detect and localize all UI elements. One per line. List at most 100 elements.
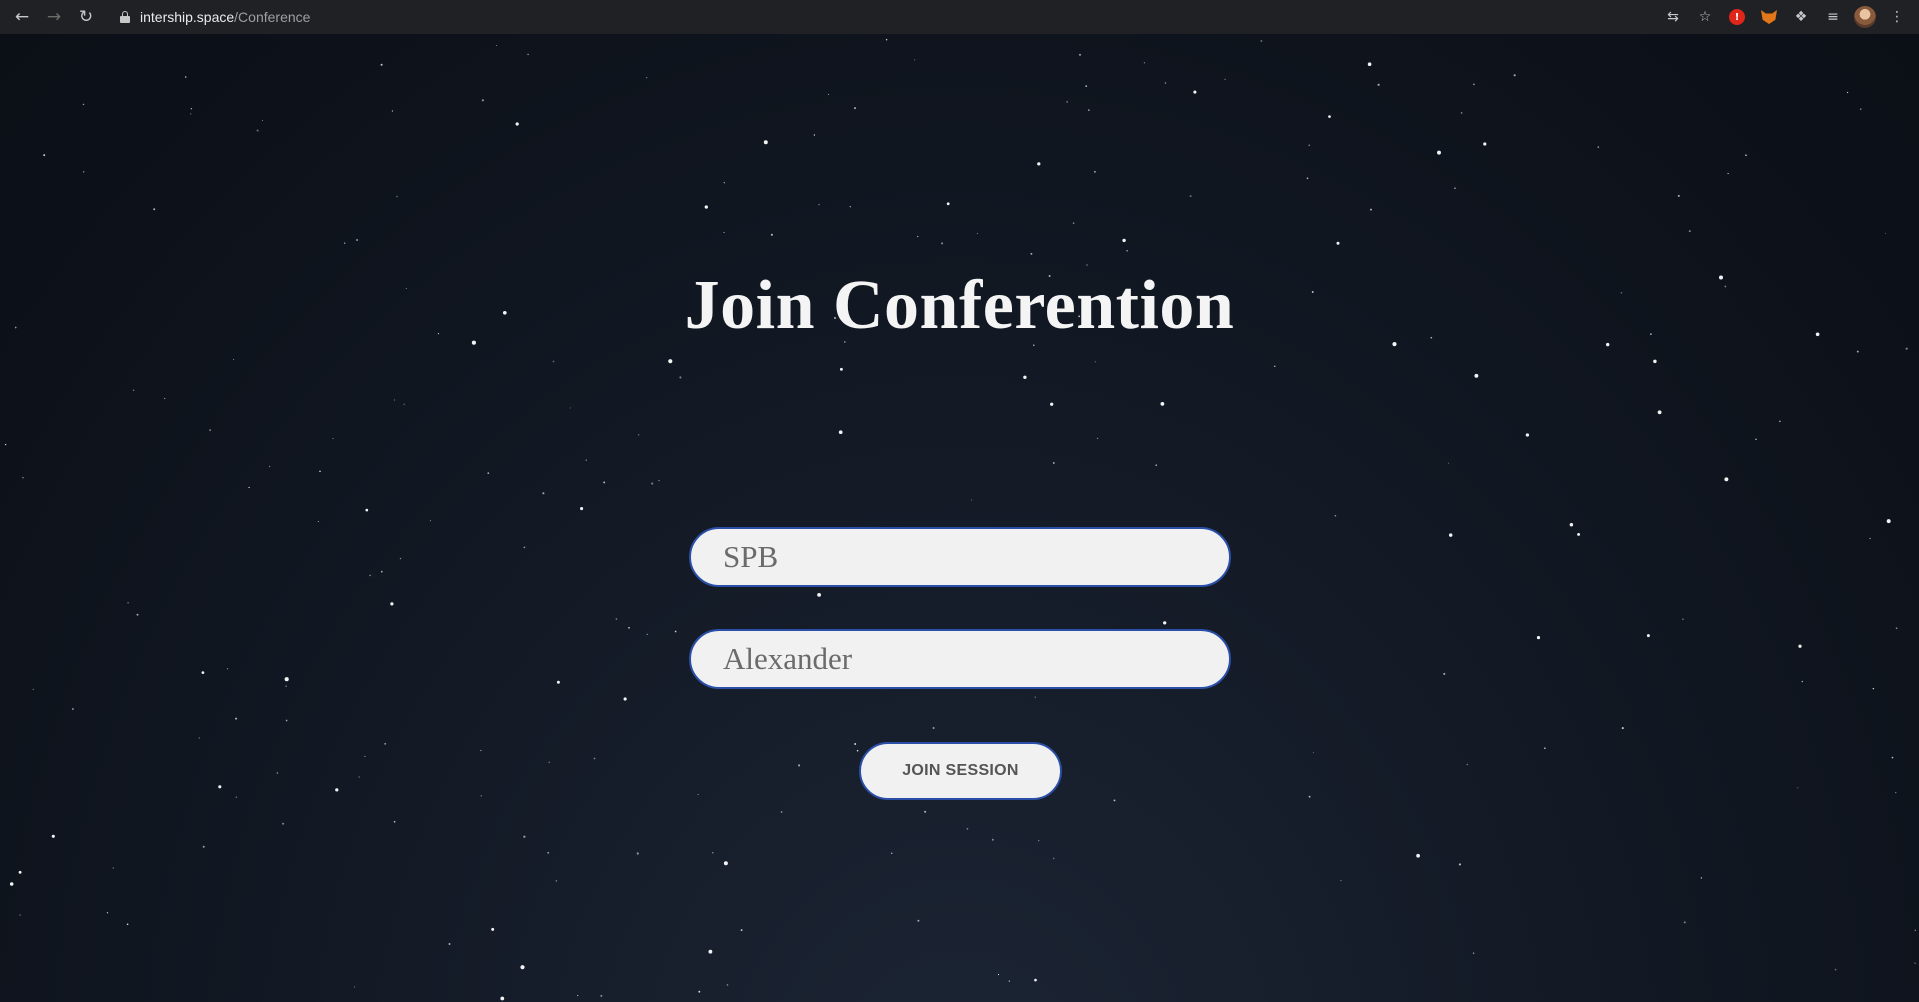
- star: [679, 376, 682, 379]
- star: [917, 235, 919, 238]
- star: [798, 764, 801, 767]
- reload-icon[interactable]: ↻: [70, 3, 102, 31]
- star: [839, 367, 843, 371]
- star: [1260, 40, 1263, 42]
- star: [112, 867, 114, 869]
- star: [651, 482, 654, 485]
- star: [853, 107, 857, 110]
- star: [1466, 763, 1469, 766]
- star: [344, 242, 346, 244]
- avatar[interactable]: [1849, 3, 1881, 31]
- browser-toolbar: ← → ↻ intership.space/Conference ⇆ ☆ ! ❖…: [0, 0, 1919, 34]
- star: [1872, 687, 1875, 690]
- star: [1037, 162, 1041, 166]
- star: [1454, 187, 1456, 190]
- star: [740, 929, 743, 932]
- username-input[interactable]: [689, 629, 1231, 689]
- url-host: intership.space: [140, 9, 235, 25]
- address-bar[interactable]: intership.space/Conference: [108, 4, 1695, 30]
- join-session-button[interactable]: JOIN SESSION: [859, 742, 1062, 800]
- star: [1846, 91, 1849, 94]
- star: [429, 520, 431, 522]
- star: [190, 107, 193, 110]
- star: [233, 358, 235, 361]
- star: [914, 59, 916, 61]
- star: [603, 481, 606, 484]
- extension-red-icon[interactable]: !: [1721, 3, 1753, 31]
- star: [317, 520, 319, 523]
- star: [552, 360, 555, 363]
- star: [697, 793, 699, 796]
- star: [1513, 74, 1516, 77]
- star: [723, 231, 725, 234]
- star: [369, 574, 371, 577]
- star: [1038, 840, 1040, 842]
- star: [523, 835, 526, 838]
- star: [891, 852, 893, 854]
- star: [763, 140, 768, 145]
- star: [658, 480, 660, 482]
- star: [1093, 170, 1096, 173]
- star: [585, 459, 587, 461]
- star: [391, 110, 394, 112]
- star: [1653, 359, 1657, 364]
- star: [1798, 644, 1802, 648]
- star: [1473, 83, 1475, 86]
- star: [1336, 241, 1340, 245]
- star: [1745, 154, 1747, 157]
- star: [19, 914, 21, 916]
- star: [1683, 921, 1686, 924]
- star: [1050, 402, 1054, 406]
- star: [723, 861, 728, 866]
- metamask-fox-icon[interactable]: [1753, 3, 1785, 31]
- bookmark-star-icon[interactable]: ☆: [1689, 3, 1721, 31]
- star: [480, 795, 482, 797]
- star: [380, 570, 383, 573]
- star: [256, 129, 259, 132]
- star: [184, 76, 187, 78]
- star: [1472, 952, 1475, 954]
- star: [941, 242, 944, 245]
- star: [198, 737, 201, 739]
- star: [780, 811, 783, 813]
- star: [393, 820, 396, 823]
- extensions-puzzle-icon[interactable]: ❖: [1785, 3, 1817, 31]
- toolbar-actions: ⇆ ☆ ! ❖ ≡ ⋮: [1657, 0, 1913, 34]
- star: [235, 796, 238, 798]
- translate-icon[interactable]: ⇆: [1657, 3, 1689, 31]
- star: [132, 389, 135, 392]
- star: [218, 785, 222, 789]
- star: [1677, 194, 1680, 197]
- star: [580, 507, 584, 511]
- star: [394, 399, 396, 401]
- star: [712, 851, 714, 854]
- conference-page: Join Conferention JOIN SESSION: [0, 34, 1919, 1002]
- conference-input[interactable]: [689, 527, 1231, 587]
- url-path: /Conference: [234, 9, 311, 25]
- star: [51, 834, 55, 838]
- star: [1797, 787, 1799, 789]
- star: [282, 822, 285, 825]
- star: [1224, 78, 1226, 81]
- lock-icon[interactable]: [120, 11, 130, 23]
- forward-arrow-icon[interactable]: →: [38, 3, 70, 31]
- star: [1536, 636, 1541, 640]
- star: [1569, 522, 1574, 527]
- star: [268, 465, 271, 468]
- star: [555, 880, 558, 882]
- star: [1834, 968, 1837, 971]
- star: [1458, 863, 1461, 866]
- star: [1891, 756, 1894, 759]
- star: [638, 434, 640, 436]
- star: [1577, 532, 1581, 536]
- star: [924, 810, 927, 813]
- star: [623, 697, 627, 701]
- back-arrow-icon[interactable]: ←: [6, 3, 38, 31]
- star: [1657, 410, 1662, 415]
- reading-list-icon[interactable]: ≡: [1817, 3, 1849, 31]
- star: [1646, 634, 1650, 638]
- menu-kebab-icon[interactable]: ⋮: [1881, 3, 1913, 31]
- star: [636, 852, 639, 855]
- star: [885, 38, 888, 41]
- star: [403, 403, 405, 406]
